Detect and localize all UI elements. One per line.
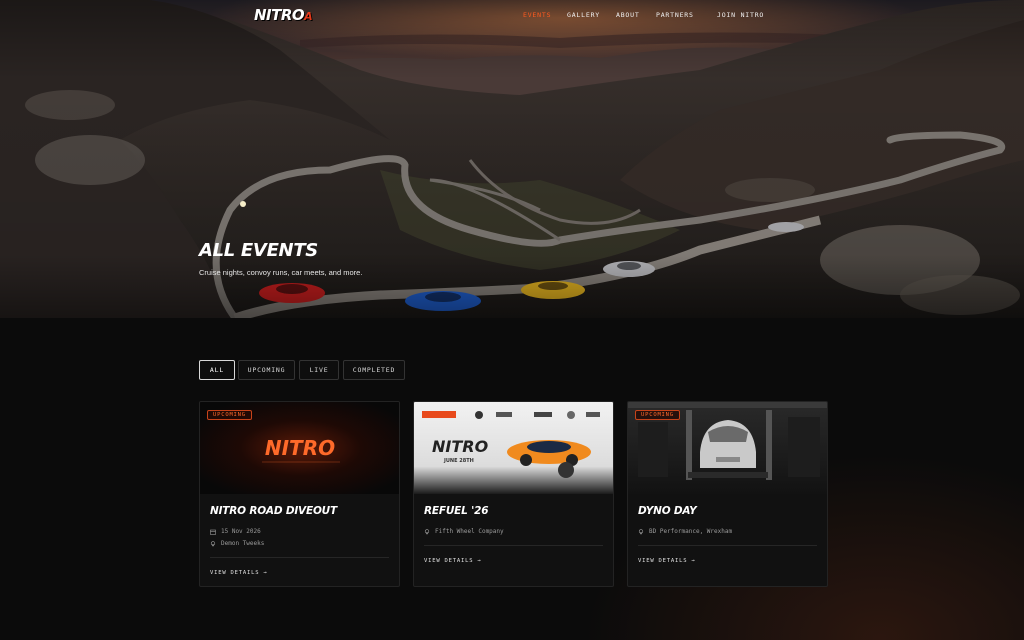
event-image: NITRO JUNE 28TH <box>414 402 613 494</box>
filter-live[interactable]: LIVE <box>299 360 339 380</box>
card-divider <box>424 545 603 546</box>
hero-banner: NITROA EVENTS GALLERY ABOUT PARTNERS JOI… <box>0 0 1024 318</box>
location-pin-icon <box>210 540 216 547</box>
filter-completed[interactable]: COMPLETED <box>343 360 405 380</box>
view-details-link[interactable]: VIEW DETAILS → <box>638 558 696 564</box>
page-title: ALL EVENTS <box>199 240 318 261</box>
event-location: Demon Tweeks <box>210 540 264 547</box>
event-card-refuel-26[interactable]: NITRO JUNE 28TH REFUEL '26 Fifth Wheel C… <box>413 401 614 587</box>
nav-link-join[interactable]: JOIN NITRO <box>717 11 764 19</box>
events-section: ALL UPCOMING LIVE COMPLETED NITRO UPCOMI… <box>0 318 1024 640</box>
card-divider <box>638 545 817 546</box>
event-card-dyno-day[interactable]: UPCOMING DYNO DAY BD Performance, Wrexha… <box>627 401 828 587</box>
hero-background-image <box>0 0 1024 318</box>
refuel-poster-image: NITRO JUNE 28TH <box>414 402 613 494</box>
event-location: BD Performance, Wrexham <box>638 528 732 535</box>
nav-link-events[interactable]: EVENTS <box>523 11 551 19</box>
location-pin-icon <box>424 528 430 535</box>
view-details-link[interactable]: VIEW DETAILS → <box>210 570 268 576</box>
event-location: Fifth Wheel Company <box>424 528 504 535</box>
status-badge: UPCOMING <box>635 410 680 420</box>
svg-text:NITRO: NITRO <box>432 437 489 456</box>
event-title: NITRO ROAD DIVEOUT <box>210 505 337 517</box>
filter-all[interactable]: ALL <box>199 360 235 380</box>
calendar-icon <box>210 529 216 535</box>
status-badge: UPCOMING <box>207 410 252 420</box>
card-divider <box>210 557 389 558</box>
event-title: REFUEL '26 <box>424 505 489 517</box>
nav-link-about[interactable]: ABOUT <box>616 11 640 19</box>
event-date: 15 Nov 2026 <box>210 528 261 535</box>
view-details-link[interactable]: VIEW DETAILS → <box>424 558 482 564</box>
event-title: DYNO DAY <box>638 505 697 517</box>
svg-text:NITRO: NITRO <box>265 436 335 460</box>
page-subtitle: Cruise nights, convoy runs, car meets, a… <box>199 268 363 277</box>
filter-upcoming[interactable]: UPCOMING <box>238 360 295 380</box>
nav-link-partners[interactable]: PARTNERS <box>656 11 694 19</box>
event-card-nitro-road-diveout[interactable]: NITRO UPCOMING NITRO ROAD DIVEOUT 15 Nov… <box>199 401 400 587</box>
nitro-logo[interactable]: NITROA <box>254 6 313 24</box>
svg-text:JUNE 28TH: JUNE 28TH <box>443 458 474 464</box>
location-pin-icon <box>638 528 644 535</box>
nav-link-gallery[interactable]: GALLERY <box>567 11 600 19</box>
top-navigation: NITROA EVENTS GALLERY ABOUT PARTNERS JOI… <box>0 0 1024 30</box>
